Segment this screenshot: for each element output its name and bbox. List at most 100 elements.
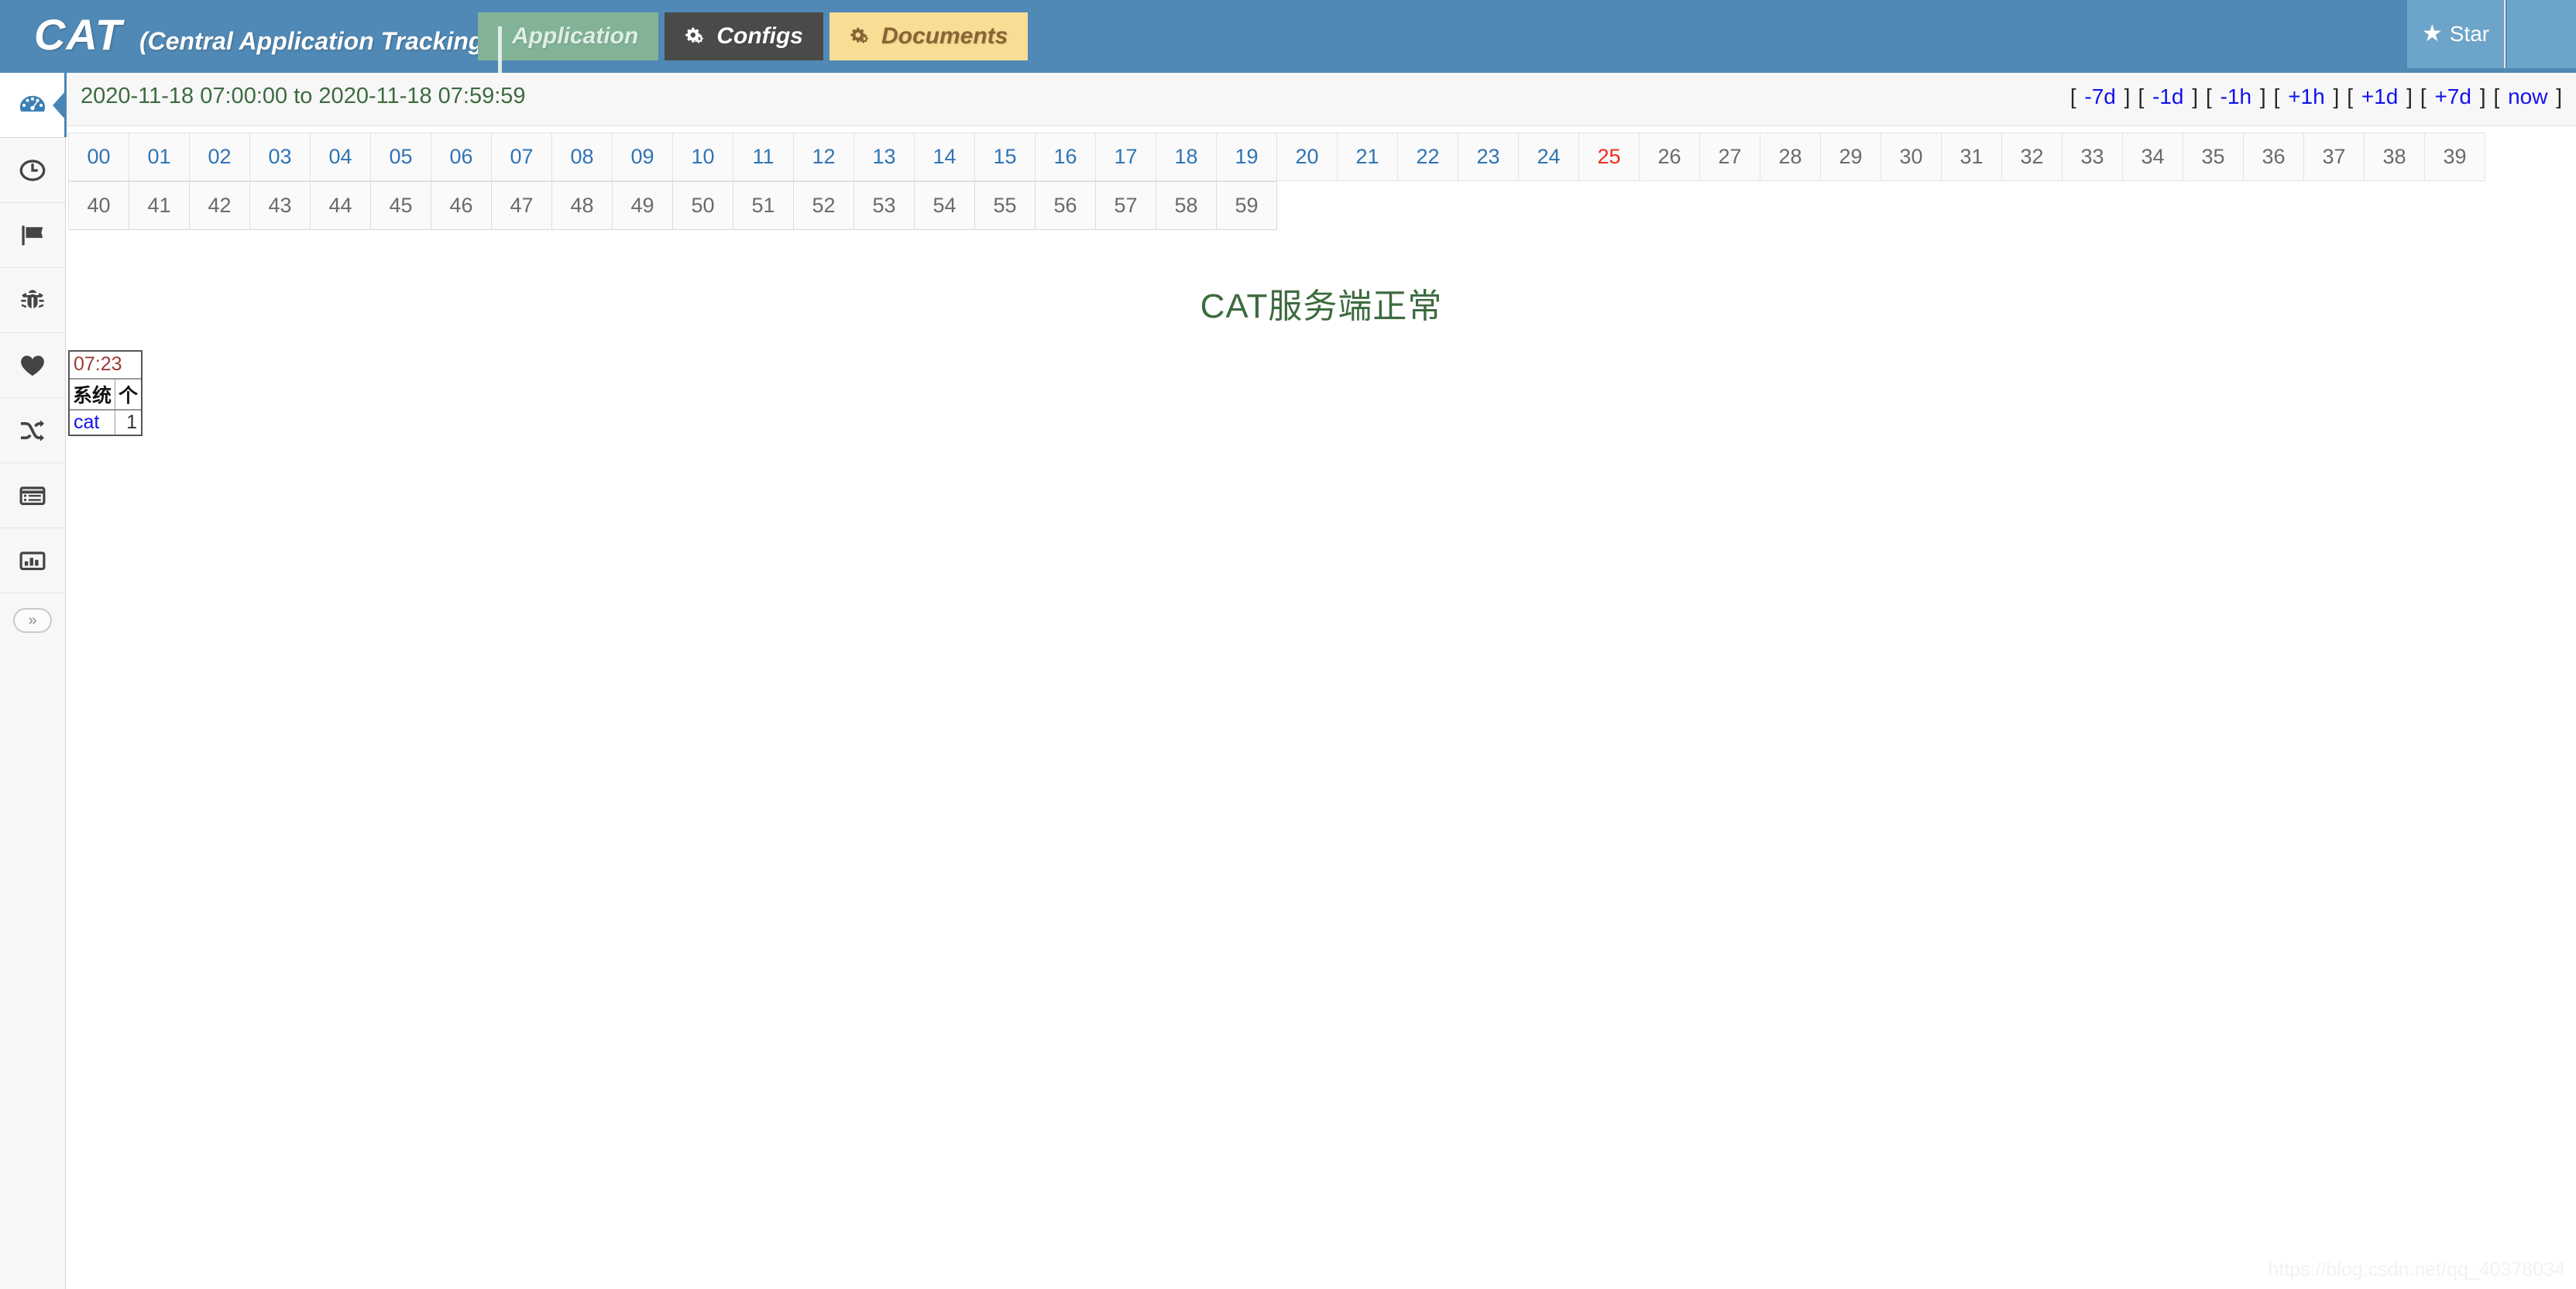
minute-grid-row-2: 40 41 42 43 44 45 46 47 48 49 50 51 52 53 54 55 56 57 58 59 [68,181,1277,230]
minute-cell-49: 49 [613,182,673,230]
minute-cell-22[interactable]: 22 [1398,133,1458,181]
minute-cell-50: 50 [673,182,733,230]
minute-cell-42: 42 [190,182,250,230]
time-nav-plus-1h: [ +1h ] [2273,84,2340,108]
minute-cell-48: 48 [552,182,613,230]
left-sidebar: » [0,73,67,1289]
minute-grid-row-1: 00 01 02 03 04 05 06 07 08 09 10 11 12 13 14 15 16 17 18 19… [68,132,2485,181]
minute-cell-20[interactable]: 20 [1277,133,1338,181]
minute-grid: 00 01 02 03 04 05 06 07 08 09 10 11 12 13 14 15 16 17 18 19… [67,126,2576,230]
minute-cell-38: 38 [2365,133,2425,181]
minute-cell-23[interactable]: 23 [1458,133,1519,181]
minute-cell-25[interactable]: 25 [1579,133,1640,181]
minute-cell-08[interactable]: 08 [552,133,613,181]
minute-cell-30: 30 [1881,133,1942,181]
minute-cell-53: 53 [854,182,915,230]
minute-cell-11[interactable]: 11 [733,133,794,181]
time-nav-minus-1h: [ -1h ] [2206,84,2266,108]
minute-cell-29: 29 [1821,133,1881,181]
signal-bars-icon [498,26,502,74]
header-right-spacer [2507,0,2576,68]
bar-chart-icon [18,546,47,576]
tooltip-cell-key[interactable]: cat [70,410,116,435]
tooltip-header-count: 个 [115,380,142,411]
chevron-double-right-icon: » [13,608,52,633]
tab-documents-label: Documents [881,23,1008,49]
minute-cell-09[interactable]: 09 [613,133,673,181]
header-nav-tabs: Application Configs Documents [478,12,1029,74]
bug-icon [18,286,47,315]
sidebar-item-event[interactable] [0,203,65,268]
sidebar-item-report[interactable] [0,528,65,593]
minute-cell-31: 31 [1942,133,2002,181]
sidebar-item-heartbeat[interactable] [0,333,65,398]
minute-cell-37: 37 [2304,133,2365,181]
minute-cell-19[interactable]: 19 [1217,133,1277,181]
minute-cell-41: 41 [129,182,190,230]
minute-cell-03[interactable]: 03 [250,133,311,181]
minute-cell-17[interactable]: 17 [1096,133,1156,181]
minute-cell-36: 36 [2244,133,2304,181]
sidebar-item-logview[interactable] [0,463,65,528]
minute-cell-57: 57 [1096,182,1156,230]
tab-application[interactable]: Application [478,12,659,74]
list-icon [18,481,47,510]
tooltip-header-row: 系统 个 [70,380,142,411]
minute-cell-05[interactable]: 05 [371,133,431,181]
sidebar-item-transaction-time[interactable] [0,138,65,203]
minute-cell-27: 27 [1700,133,1760,181]
time-nav-minus-7d-link[interactable]: -7d [2082,84,2117,108]
minute-cell-26: 26 [1640,133,1700,181]
minute-cell-14[interactable]: 14 [915,133,975,181]
time-nav-minus-7d: [ -7d ] [2069,84,2131,108]
server-status-text: CAT服务端正常 [1200,287,1443,325]
star-button[interactable]: ★ Star [2407,0,2506,68]
minute-cell-44: 44 [311,182,371,230]
minute-cell-28: 28 [1760,133,1821,181]
hover-tooltip: 07:23 系统 个 cat 1 [68,350,143,436]
tooltip-table: 系统 个 cat 1 [70,380,142,435]
minute-cell-51: 51 [733,182,794,230]
time-nav-plus-7d-link[interactable]: +7d [2432,84,2474,108]
tooltip-row: cat 1 [70,410,141,435]
minute-cell-24[interactable]: 24 [1519,133,1579,181]
app-brand: CAT (Central Application Tracking) [34,8,492,68]
time-nav-minus-1d-link[interactable]: -1d [2150,84,2186,108]
minute-cell-07[interactable]: 07 [492,133,552,181]
sidebar-item-dashboard[interactable] [0,73,67,138]
minute-cell-16[interactable]: 16 [1036,133,1096,181]
tab-configs[interactable]: Configs [665,12,823,60]
date-range-label: 2020-11-18 07:00:00 to 2020-11-18 07:59:… [81,84,526,108]
minute-cell-56: 56 [1036,182,1096,230]
time-nav-plus-1h-link[interactable]: +1h [2286,84,2327,108]
heart-icon [18,351,47,380]
minute-cell-01[interactable]: 01 [129,133,190,181]
shuffle-icon [18,416,47,445]
minute-cell-18[interactable]: 18 [1156,133,1217,181]
minute-cell-46: 46 [431,182,492,230]
minute-cell-00[interactable]: 00 [69,133,129,181]
sidebar-item-cross-report[interactable] [0,398,65,463]
minute-cell-06[interactable]: 06 [431,133,492,181]
minute-cell-34: 34 [2123,133,2183,181]
minute-cell-12[interactable]: 12 [794,133,854,181]
minute-cell-43: 43 [250,182,311,230]
tooltip-header-system: 系统 [70,380,116,411]
time-nav-links: [ -7d ] [ -1d ] [ -1h ] [ +1h ] [ +1d ] … [2070,84,2562,109]
minute-cell-04[interactable]: 04 [311,133,371,181]
time-nav-now: [ now ] [2493,84,2563,108]
time-nav-minus-1d: [ -1d ] [2138,84,2199,108]
time-nav-now-link[interactable]: now [2506,84,2550,108]
minute-cell-21[interactable]: 21 [1338,133,1398,181]
time-nav-minus-1h-link[interactable]: -1h [2218,84,2254,108]
minute-cell-13[interactable]: 13 [854,133,915,181]
tab-documents[interactable]: Documents [829,12,1029,60]
time-nav-plus-1d-link[interactable]: +1d [2359,84,2401,108]
date-range-bar: 2020-11-18 07:00:00 to 2020-11-18 07:59:… [67,73,2576,126]
sidebar-expand-button[interactable]: » [0,593,65,648]
minute-cell-15[interactable]: 15 [975,133,1036,181]
minute-cell-10[interactable]: 10 [673,133,733,181]
minute-cell-40: 40 [69,182,129,230]
minute-cell-02[interactable]: 02 [190,133,250,181]
sidebar-item-problem[interactable] [0,268,65,333]
